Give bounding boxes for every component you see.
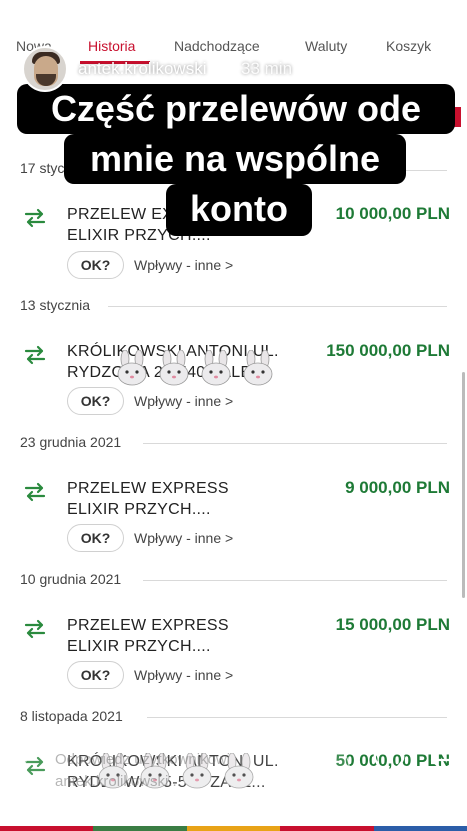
transaction-amount: 10 000,00 PLN	[335, 204, 450, 223]
transfer-icon	[24, 208, 46, 228]
bottom-color-strip	[0, 826, 467, 831]
transaction-title-line-1[interactable]: PRZELEW EXPRESS	[67, 478, 229, 499]
caption-line-3: konto	[166, 184, 312, 236]
progress-segment	[387, 6, 459, 9]
progress-segment	[8, 6, 80, 9]
reply-placeholder: Odpowiedz użytkownikowi	[55, 751, 231, 768]
bunny-emoji	[201, 350, 231, 386]
date-header: 8 listopada 2021	[20, 708, 123, 724]
story-time: 33 min	[241, 59, 293, 78]
progress-segment	[235, 6, 308, 9]
ok-button[interactable]: OK?	[67, 661, 124, 689]
date-header: 13 stycznia	[20, 297, 91, 313]
ok-button[interactable]: OK?	[67, 251, 124, 279]
progress-segment	[159, 6, 232, 9]
heart-icon[interactable]	[372, 747, 406, 777]
transfer-icon	[24, 345, 46, 365]
transfer-icon	[24, 482, 46, 502]
story-progress-bar	[8, 6, 459, 9]
bunny-emoji	[243, 350, 273, 386]
bunny-sticker-row	[113, 350, 277, 386]
transaction-amount: 15 000,00 PLN	[335, 615, 450, 634]
scrollbar[interactable]	[462, 372, 465, 598]
transaction-title-line-2[interactable]: ELIXIR PRZYCH....	[67, 636, 211, 657]
more-icon[interactable]	[406, 58, 434, 80]
divider	[143, 443, 447, 444]
date-header: 23 grudnia 2021	[20, 434, 122, 450]
date-header: 10 grudnia 2021	[20, 571, 122, 587]
reply-placeholder-2: antek.krolikowski...	[55, 773, 181, 790]
play-icon[interactable]	[314, 58, 334, 80]
avatar[interactable]	[22, 46, 68, 92]
category-link[interactable]: Wpływy - inne >	[134, 393, 233, 409]
transaction-title-line-1[interactable]: PRZELEW EXPRESS	[67, 615, 229, 636]
divider	[143, 580, 447, 581]
caption-line-2: mnie na wspólne	[64, 134, 406, 184]
transaction-amount: 9 000,00 PLN	[345, 478, 450, 497]
progress-segment	[83, 6, 156, 9]
story-header: antek.krolikowski 33 min	[22, 46, 445, 94]
divider	[108, 306, 447, 307]
transfer-icon	[24, 619, 46, 639]
category-link[interactable]: Wpływy - inne >	[134, 530, 233, 546]
ok-button[interactable]: OK?	[67, 387, 124, 415]
divider	[147, 717, 447, 718]
bunny-emoji	[159, 350, 189, 386]
reply-input[interactable]: Odpowiedz użytkownikowi antek.krolikowsk…	[24, 736, 350, 806]
transaction-amount: 150 000,00 PLN	[326, 341, 450, 360]
category-link[interactable]: Wpływy - inne >	[134, 667, 233, 683]
story-username[interactable]: antek.krolikowski	[78, 59, 207, 79]
ok-button[interactable]: OK?	[67, 524, 124, 552]
send-icon[interactable]	[430, 756, 462, 786]
bunny-emoji	[117, 350, 147, 386]
transaction-title-line-2[interactable]: ELIXIR PRZYCH....	[67, 499, 211, 520]
progress-segment	[311, 6, 384, 9]
category-link[interactable]: Wpływy - inne >	[134, 257, 233, 273]
mute-icon[interactable]	[356, 58, 380, 80]
